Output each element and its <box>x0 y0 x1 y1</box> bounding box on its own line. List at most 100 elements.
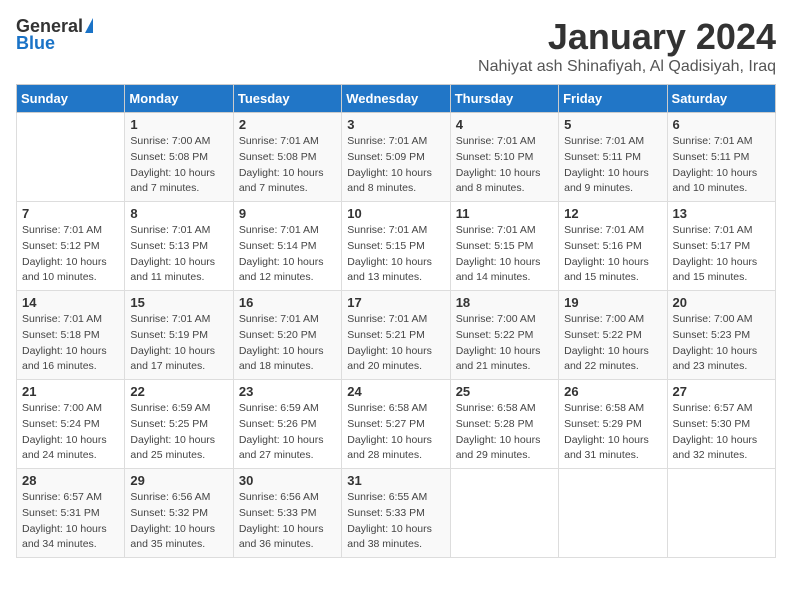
day-info: Sunrise: 7:00 AMSunset: 5:24 PMDaylight:… <box>22 401 119 464</box>
day-number: 18 <box>456 295 553 310</box>
day-number: 21 <box>22 384 119 399</box>
calendar-cell <box>450 469 558 558</box>
day-info: Sunrise: 6:59 AMSunset: 5:25 PMDaylight:… <box>130 401 227 464</box>
calendar-cell: 27 Sunrise: 6:57 AMSunset: 5:30 PMDayligh… <box>667 380 775 469</box>
calendar-cell: 2 Sunrise: 7:01 AMSunset: 5:08 PMDaylight… <box>233 113 341 202</box>
day-of-week-header: Friday <box>559 85 667 113</box>
calendar-cell: 16 Sunrise: 7:01 AMSunset: 5:20 PMDayligh… <box>233 291 341 380</box>
day-number: 11 <box>456 206 553 221</box>
day-info: Sunrise: 6:59 AMSunset: 5:26 PMDaylight:… <box>239 401 336 464</box>
day-number: 13 <box>673 206 770 221</box>
day-of-week-header: Monday <box>125 85 233 113</box>
day-number: 14 <box>22 295 119 310</box>
day-info: Sunrise: 7:01 AMSunset: 5:09 PMDaylight:… <box>347 134 444 197</box>
day-number: 29 <box>130 473 227 488</box>
day-info: Sunrise: 7:01 AMSunset: 5:16 PMDaylight:… <box>564 223 661 286</box>
day-info: Sunrise: 7:01 AMSunset: 5:18 PMDaylight:… <box>22 312 119 375</box>
day-info: Sunrise: 7:00 AMSunset: 5:22 PMDaylight:… <box>564 312 661 375</box>
day-info: Sunrise: 7:01 AMSunset: 5:17 PMDaylight:… <box>673 223 770 286</box>
day-info: Sunrise: 7:00 AMSunset: 5:23 PMDaylight:… <box>673 312 770 375</box>
day-number: 8 <box>130 206 227 221</box>
calendar-cell: 8 Sunrise: 7:01 AMSunset: 5:13 PMDaylight… <box>125 202 233 291</box>
calendar-week-row: 14 Sunrise: 7:01 AMSunset: 5:18 PMDayligh… <box>17 291 776 380</box>
day-number: 27 <box>673 384 770 399</box>
calendar-week-row: 7 Sunrise: 7:01 AMSunset: 5:12 PMDaylight… <box>17 202 776 291</box>
day-info: Sunrise: 7:01 AMSunset: 5:12 PMDaylight:… <box>22 223 119 286</box>
calendar-table: SundayMondayTuesdayWednesdayThursdayFrid… <box>16 84 776 558</box>
day-number: 17 <box>347 295 444 310</box>
calendar-cell: 6Sunrise: 7:01 AMSunset: 5:11 PMDaylight… <box>667 113 775 202</box>
day-of-week-header: Tuesday <box>233 85 341 113</box>
calendar-cell: 20 Sunrise: 7:00 AMSunset: 5:23 PMDayligh… <box>667 291 775 380</box>
day-info: Sunrise: 7:01 AMSunset: 5:15 PMDaylight:… <box>456 223 553 286</box>
day-info: Sunrise: 7:01 AMSunset: 5:21 PMDaylight:… <box>347 312 444 375</box>
day-info: Sunrise: 7:01 AMSunset: 5:20 PMDaylight:… <box>239 312 336 375</box>
day-number: 3 <box>347 117 444 132</box>
calendar-cell: 4 Sunrise: 7:01 AMSunset: 5:10 PMDaylight… <box>450 113 558 202</box>
day-of-week-header: Thursday <box>450 85 558 113</box>
day-info: Sunrise: 7:00 AMSunset: 5:22 PMDaylight:… <box>456 312 553 375</box>
calendar-cell: 1Sunrise: 7:00 AMSunset: 5:08 PMDaylight… <box>125 113 233 202</box>
day-info: Sunrise: 7:01 AMSunset: 5:15 PMDaylight:… <box>347 223 444 286</box>
calendar-cell: 25 Sunrise: 6:58 AMSunset: 5:28 PMDayligh… <box>450 380 558 469</box>
day-info: Sunrise: 6:58 AMSunset: 5:29 PMDaylight:… <box>564 401 661 464</box>
calendar-cell: 14 Sunrise: 7:01 AMSunset: 5:18 PMDayligh… <box>17 291 125 380</box>
day-info: Sunrise: 7:00 AMSunset: 5:08 PMDaylight:… <box>130 134 227 197</box>
day-info: Sunrise: 6:58 AMSunset: 5:28 PMDaylight:… <box>456 401 553 464</box>
day-of-week-header: Wednesday <box>342 85 450 113</box>
day-number: 19 <box>564 295 661 310</box>
day-number: 30 <box>239 473 336 488</box>
calendar-week-row: 21 Sunrise: 7:00 AMSunset: 5:24 PMDayligh… <box>17 380 776 469</box>
day-number: 16 <box>239 295 336 310</box>
calendar-header-row: SundayMondayTuesdayWednesdayThursdayFrid… <box>17 85 776 113</box>
logo-triangle-icon <box>85 18 93 33</box>
calendar-body: 1Sunrise: 7:00 AMSunset: 5:08 PMDaylight… <box>17 113 776 558</box>
calendar-cell <box>559 469 667 558</box>
day-info: Sunrise: 6:56 AMSunset: 5:33 PMDaylight:… <box>239 490 336 553</box>
calendar-cell: 15 Sunrise: 7:01 AMSunset: 5:19 PMDayligh… <box>125 291 233 380</box>
day-number: 31 <box>347 473 444 488</box>
day-number: 24 <box>347 384 444 399</box>
day-number: 25 <box>456 384 553 399</box>
day-number: 10 <box>347 206 444 221</box>
location-title: Nahiyat ash Shinafiyah, Al Qadisiyah, Ir… <box>478 58 776 76</box>
day-number: 7 <box>22 206 119 221</box>
calendar-week-row: 1Sunrise: 7:00 AMSunset: 5:08 PMDaylight… <box>17 113 776 202</box>
calendar-week-row: 28Sunrise: 6:57 AMSunset: 5:31 PMDayligh… <box>17 469 776 558</box>
calendar-cell: 12Sunrise: 7:01 AMSunset: 5:16 PMDayligh… <box>559 202 667 291</box>
calendar-cell: 21 Sunrise: 7:00 AMSunset: 5:24 PMDayligh… <box>17 380 125 469</box>
logo: General Blue <box>16 16 93 54</box>
day-of-week-header: Saturday <box>667 85 775 113</box>
day-info: Sunrise: 7:01 AMSunset: 5:14 PMDaylight:… <box>239 223 336 286</box>
day-info: Sunrise: 6:55 AMSunset: 5:33 PMDaylight:… <box>347 490 444 553</box>
calendar-cell: 19 Sunrise: 7:00 AMSunset: 5:22 PMDayligh… <box>559 291 667 380</box>
calendar-cell: 9 Sunrise: 7:01 AMSunset: 5:14 PMDaylight… <box>233 202 341 291</box>
day-info: Sunrise: 7:01 AMSunset: 5:19 PMDaylight:… <box>130 312 227 375</box>
day-info: Sunrise: 7:01 AMSunset: 5:13 PMDaylight:… <box>130 223 227 286</box>
calendar-cell: 17 Sunrise: 7:01 AMSunset: 5:21 PMDayligh… <box>342 291 450 380</box>
calendar-cell: 18 Sunrise: 7:00 AMSunset: 5:22 PMDayligh… <box>450 291 558 380</box>
calendar-cell: 23Sunrise: 6:59 AMSunset: 5:26 PMDayligh… <box>233 380 341 469</box>
day-of-week-header: Sunday <box>17 85 125 113</box>
day-info: Sunrise: 6:57 AMSunset: 5:30 PMDaylight:… <box>673 401 770 464</box>
header: General Blue January 2024 Nahiyat ash Sh… <box>16 16 776 76</box>
day-info: Sunrise: 7:01 AMSunset: 5:10 PMDaylight:… <box>456 134 553 197</box>
calendar-cell: 24 Sunrise: 6:58 AMSunset: 5:27 PMDayligh… <box>342 380 450 469</box>
calendar-cell: 29Sunrise: 6:56 AMSunset: 5:32 PMDayligh… <box>125 469 233 558</box>
month-title: January 2024 <box>478 16 776 58</box>
day-number: 4 <box>456 117 553 132</box>
day-number: 26 <box>564 384 661 399</box>
calendar-cell: 28Sunrise: 6:57 AMSunset: 5:31 PMDayligh… <box>17 469 125 558</box>
day-number: 9 <box>239 206 336 221</box>
calendar-cell <box>17 113 125 202</box>
calendar-cell <box>667 469 775 558</box>
day-number: 5 <box>564 117 661 132</box>
day-number: 2 <box>239 117 336 132</box>
day-info: Sunrise: 7:01 AMSunset: 5:08 PMDaylight:… <box>239 134 336 197</box>
day-number: 22 <box>130 384 227 399</box>
calendar-cell: 11 Sunrise: 7:01 AMSunset: 5:15 PMDayligh… <box>450 202 558 291</box>
day-info: Sunrise: 6:58 AMSunset: 5:27 PMDaylight:… <box>347 401 444 464</box>
day-number: 20 <box>673 295 770 310</box>
day-info: Sunrise: 7:01 AMSunset: 5:11 PMDaylight:… <box>673 134 770 197</box>
day-number: 15 <box>130 295 227 310</box>
